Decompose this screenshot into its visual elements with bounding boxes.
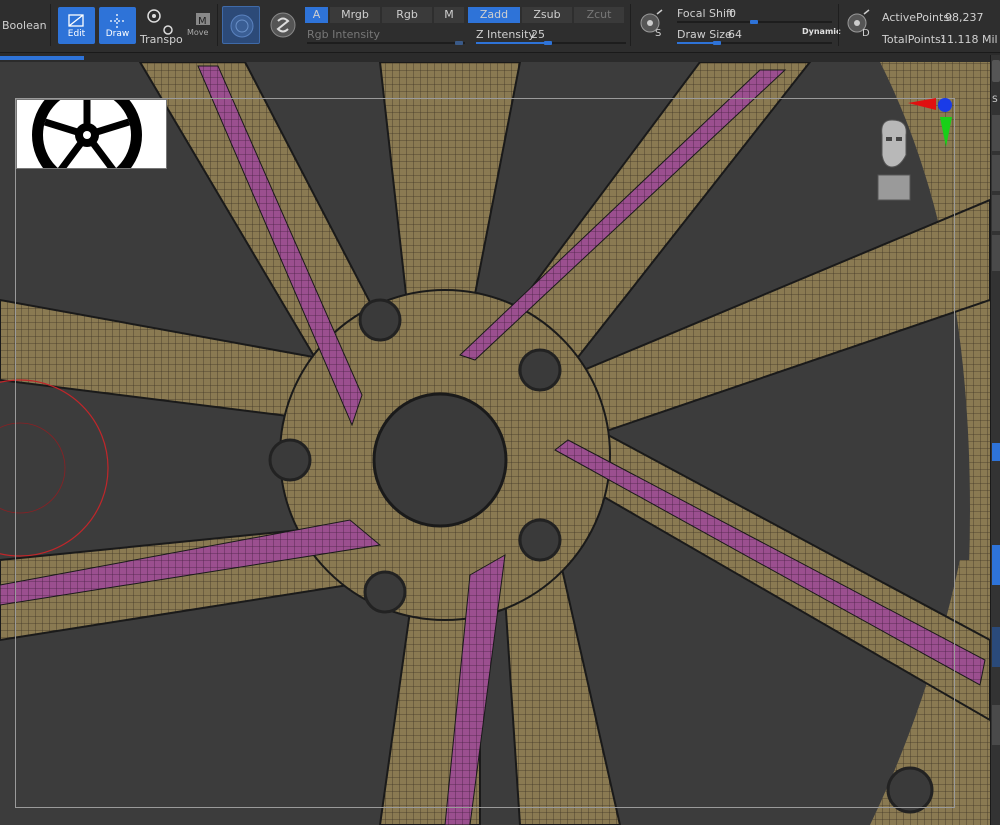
zsub-toggle[interactable]: Zsub [522, 7, 572, 23]
move-icon: M [196, 13, 210, 27]
active-points-label: ActivePoints: [882, 11, 953, 24]
tray-button[interactable] [992, 60, 1000, 82]
focal-shift-value: 0 [729, 7, 736, 20]
focal-d-icon [847, 9, 870, 33]
canvas-viewport[interactable] [0, 62, 990, 825]
tray-button[interactable] [992, 235, 1000, 271]
focal-shift-label: Focal Shift [677, 7, 735, 20]
spotlight-d-button[interactable]: D [842, 8, 876, 44]
tray-button[interactable] [992, 705, 1000, 745]
right-tray: S [990, 55, 1000, 825]
z-intensity-label: Z Intensity [476, 28, 535, 41]
draw-size-label: Draw Size [677, 28, 732, 41]
divider [217, 4, 218, 46]
z-axis-dot-icon [938, 98, 952, 112]
tray-button[interactable] [992, 627, 1000, 667]
transpose-button[interactable]: Transpo [139, 5, 183, 46]
progress-bar [0, 56, 84, 60]
mrgb-toggle[interactable]: Mrgb [330, 7, 380, 23]
total-points-value: 11.118 Mil [940, 33, 998, 46]
navigator-thumbnail[interactable] [16, 99, 167, 169]
z-intensity-value: 25 [531, 28, 545, 41]
svg-text:M: M [198, 16, 207, 27]
tray-toggle[interactable] [992, 443, 1000, 461]
z-intensity-fill [476, 42, 548, 44]
x-axis-arrow-icon [908, 98, 936, 110]
dynamic-toggle[interactable]: Dynamic [802, 27, 841, 36]
material-button[interactable] [222, 6, 260, 44]
tray-toggle[interactable] [992, 545, 1000, 585]
z-intensity-handle[interactable] [544, 41, 552, 45]
edit-button[interactable]: Edit [58, 7, 95, 44]
move-button[interactable]: M Move [184, 10, 214, 40]
focal-s-icon [640, 9, 663, 33]
divider [838, 4, 839, 46]
tray-button[interactable] [992, 195, 1000, 231]
zadd-toggle[interactable]: Zadd [468, 7, 520, 23]
boolean-button[interactable]: Boolean [2, 19, 47, 32]
orientation-gizmo[interactable] [870, 95, 960, 205]
rgb-intensity-handle[interactable] [455, 41, 463, 45]
draw-button[interactable]: Draw [99, 7, 136, 44]
wheel-thumbnail-icon [32, 100, 142, 168]
zcut-toggle[interactable]: Zcut [574, 7, 624, 23]
y-axis-arrow-icon [940, 117, 952, 147]
draw-size-fill [677, 42, 717, 44]
active-points-value: 98,237 [945, 11, 984, 24]
transpose-gizmo-icon [147, 9, 173, 35]
rgb-intensity-slider[interactable] [307, 42, 465, 44]
a-toggle[interactable]: A [305, 7, 328, 23]
spotlight-s-button[interactable]: S [635, 8, 669, 44]
tray-button[interactable] [992, 115, 1000, 151]
rgb-intensity-label: Rgb Intensity [307, 28, 380, 41]
top-toolbar: Boolean Edit Draw Transpo M Move A Mrgb … [0, 0, 1000, 53]
material-sphere-icon [230, 14, 254, 38]
tray-label: S [992, 95, 998, 105]
total-points-label: TotalPoints: [882, 33, 945, 46]
wheel-mesh [0, 62, 990, 825]
stroke-sphere-icon [270, 12, 296, 38]
divider [50, 4, 51, 46]
divider [630, 4, 631, 46]
draw-size-value: 64 [728, 28, 742, 41]
head-gizmo-icon [877, 119, 911, 201]
stroke-button[interactable] [264, 6, 302, 44]
m-toggle[interactable]: M [434, 7, 464, 23]
draw-size-handle[interactable] [713, 41, 721, 45]
rgb-toggle[interactable]: Rgb [382, 7, 432, 23]
focal-shift-handle[interactable] [750, 20, 758, 24]
tray-button[interactable] [992, 155, 1000, 191]
